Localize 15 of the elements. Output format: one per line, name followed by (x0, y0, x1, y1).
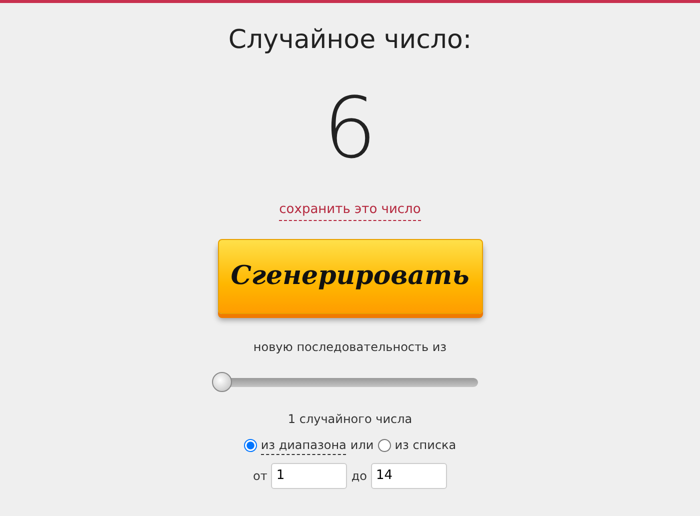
sequence-label: новую последовательность из (253, 338, 447, 356)
random-number: 6 (323, 86, 377, 170)
radio-label[interactable]: из диапазона (260, 436, 346, 454)
to-label: до (351, 468, 367, 484)
to-field[interactable]: 14 (370, 462, 447, 488)
radio-button[interactable] (378, 438, 391, 452)
slider-thumb[interactable] (212, 372, 232, 392)
count-text: 1 случайного числа (288, 410, 412, 428)
page-title: Случайное число: (228, 24, 472, 57)
separator-text: или (350, 437, 374, 454)
save-link[interactable]: сохранить это число (279, 200, 421, 220)
radio-button[interactable] (244, 438, 257, 452)
radio-label[interactable]: из списка (394, 436, 456, 454)
from-field[interactable]: 1 (271, 462, 348, 488)
from-label: от (253, 468, 268, 484)
